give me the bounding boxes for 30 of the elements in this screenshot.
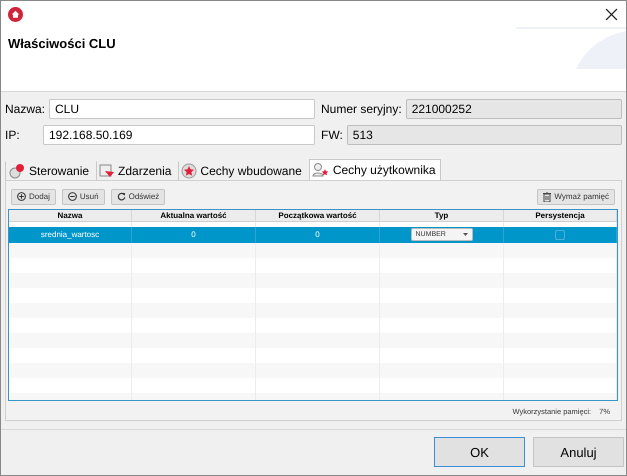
input-field[interactable]: 192.168.50.169 — [43, 124, 315, 145]
input-field[interactable]: CLU — [49, 98, 315, 119]
persistence-checkbox[interactable] — [555, 230, 565, 240]
dialog-button[interactable]: Anuluj — [533, 437, 624, 468]
tab[interactable]: Cechy użytkownika — [308, 158, 441, 180]
field-label: FW: — [321, 128, 343, 142]
column-header[interactable]: Typ — [380, 210, 504, 222]
column-header[interactable]: Persystencja — [504, 210, 617, 222]
trash-icon — [543, 192, 552, 202]
home-logo-icon — [8, 7, 23, 22]
input-field: 221000252 — [406, 98, 622, 119]
close-icon[interactable] — [605, 8, 618, 21]
dialog-button[interactable]: OK — [434, 437, 525, 468]
caret-icon — [462, 233, 468, 236]
field-label: Nazwa: — [5, 102, 46, 116]
toolbar-button[interactable]: Usuń — [62, 188, 105, 205]
field-label: Numer seryjny: — [321, 102, 402, 116]
toolbar-button[interactable]: Odśwież — [110, 188, 166, 205]
column-header[interactable]: Początkowa wartość — [256, 210, 380, 222]
field-label: IP: — [5, 128, 21, 142]
toolbar-button[interactable]: Dodaj — [11, 188, 56, 205]
window-title: Właściwości CLU — [8, 36, 117, 51]
user-star-icon — [312, 162, 330, 178]
column-header[interactable]: Aktualna wartość — [132, 210, 256, 222]
plus-icon — [17, 192, 26, 202]
column-header[interactable]: Nazwa — [9, 210, 132, 222]
refresh-icon — [116, 192, 126, 202]
minus-icon — [68, 192, 77, 202]
input-field: 513 — [346, 124, 622, 145]
clear-memory-button[interactable]: Wymaż pamięć — [537, 188, 615, 205]
